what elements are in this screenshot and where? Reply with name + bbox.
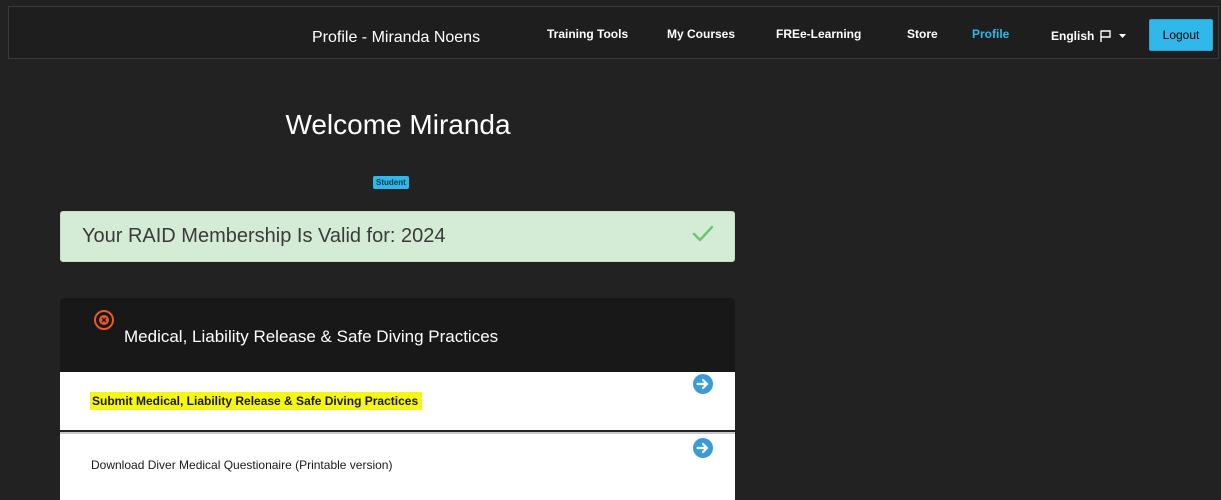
role-badge: Student [373, 176, 409, 189]
logout-button[interactable]: Logout [1149, 19, 1213, 51]
download-questionnaire-link[interactable]: Download Diver Medical Questionaire (Pri… [91, 457, 392, 473]
nav-item-store[interactable]: Store [907, 26, 938, 42]
page: Profile - Miranda Noens Training Tools M… [0, 0, 1221, 500]
nav-item-profile[interactable]: Profile [972, 26, 1009, 42]
medical-panel-title: Medical, Liability Release & Safe Diving… [124, 327, 499, 346]
arrow-circle-right-icon[interactable] [692, 437, 714, 464]
chevron-down-icon [1119, 26, 1127, 42]
submit-medical-row[interactable]: Submit Medical, Liability Release & Safe… [60, 372, 735, 430]
language-dropdown[interactable]: English [1051, 26, 1127, 46]
top-navbar: Profile - Miranda Noens Training Tools M… [8, 6, 1219, 59]
arrow-circle-right-icon[interactable] [692, 373, 714, 400]
medical-panel: Medical, Liability Release & Safe Diving… [60, 298, 735, 500]
medical-panel-header: Medical, Liability Release & Safe Diving… [60, 298, 735, 372]
welcome-heading: Welcome Miranda [285, 109, 511, 140]
submit-medical-link[interactable]: Submit Medical, Liability Release & Safe… [90, 392, 423, 410]
membership-status-alert: Your RAID Membership Is Valid for: 2024 [60, 211, 735, 262]
download-questionnaire-row[interactable]: Download Diver Medical Questionaire (Pri… [60, 432, 735, 500]
membership-status-text: Your RAID Membership Is Valid for: 2024 [82, 225, 446, 247]
navbar-brand[interactable]: Profile - Miranda Noens [312, 28, 480, 48]
check-icon [692, 225, 714, 248]
flag-icon [1099, 30, 1111, 46]
nav-item-training-tools[interactable]: Training Tools [547, 26, 628, 42]
error-circle-icon [93, 309, 115, 336]
nav-item-free-learning[interactable]: FREe-Learning [776, 26, 861, 42]
language-label: English [1051, 29, 1095, 43]
nav-item-my-courses[interactable]: My Courses [667, 26, 735, 42]
